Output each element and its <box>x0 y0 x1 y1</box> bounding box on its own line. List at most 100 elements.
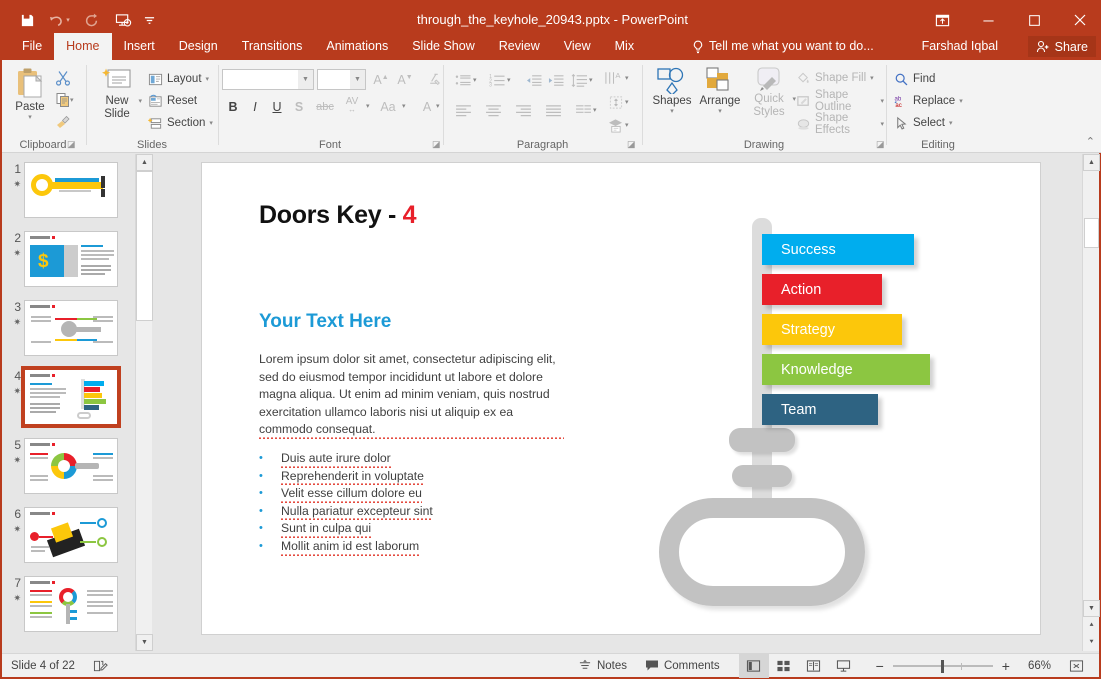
slide-counter[interactable]: Slide 4 of 22 <box>2 654 84 678</box>
thumbnail-item-2[interactable]: 2 ✷ $ <box>2 231 135 287</box>
key-graphic[interactable]: Success Action Strategy Knowledge Team <box>632 218 1022 623</box>
layout-button[interactable]: Layout ▾ <box>148 68 209 90</box>
thumbnail-preview-6[interactable] <box>24 507 118 563</box>
section-dropdown-icon[interactable]: ▾ <box>209 119 213 127</box>
slide-title[interactable]: Doors Key - 4 <box>259 201 417 230</box>
thumbnail-scrollbar-thumb[interactable] <box>136 171 153 321</box>
replace-dropdown-icon[interactable]: ▾ <box>959 97 963 105</box>
shape-effects-button[interactable]: Shape Effects ▾ <box>796 112 884 136</box>
key-bar-success[interactable]: Success <box>762 234 914 265</box>
shape-outline-dropdown-icon[interactable]: ▾ <box>880 97 884 105</box>
font-color-dropdown-icon[interactable]: ▾ <box>436 102 440 110</box>
columns-dropdown-icon[interactable]: ▾ <box>593 106 597 114</box>
tab-view[interactable]: View <box>552 33 603 60</box>
line-spacing-dropdown-icon[interactable]: ▾ <box>589 76 593 84</box>
character-spacing-button[interactable]: AV ↔ <box>340 94 364 115</box>
convert-to-smartart-button[interactable] <box>605 115 626 135</box>
italic-button[interactable]: I <box>244 96 266 117</box>
drawing-dialog-launcher[interactable]: ◪ <box>876 139 885 150</box>
text-direction-dropdown-icon[interactable]: ▾ <box>625 74 629 82</box>
thumbnail-preview-7[interactable] <box>24 576 118 632</box>
list-item[interactable]: • Sunt in culpa qui <box>259 520 569 538</box>
thumbnail-preview-3[interactable] <box>24 300 118 356</box>
list-item[interactable]: • Nulla pariatur excepteur sint <box>259 502 569 521</box>
shape-outline-button[interactable]: Shape Outline ▾ <box>796 89 884 113</box>
customize-qat-icon[interactable] <box>140 5 158 35</box>
paste-button[interactable]: Paste ▾ <box>8 66 52 121</box>
replace-button[interactable]: ab ac Replace ▾ <box>894 90 963 112</box>
paragraph-dialog-launcher[interactable]: ◪ <box>627 139 636 150</box>
strikethrough-button[interactable]: abc <box>312 96 338 117</box>
clear-formatting-button[interactable] <box>422 69 444 90</box>
tab-mix[interactable]: Mix <box>603 33 646 60</box>
thumbnail-scroll-up-icon[interactable]: ▲ <box>136 154 153 171</box>
list-item[interactable]: • Velit esse cillum dolore eu <box>259 485 569 503</box>
underline-button[interactable]: U <box>266 96 288 117</box>
shrink-font-button[interactable]: A▼ <box>394 69 416 90</box>
collapse-ribbon-icon[interactable]: ⌃ <box>1086 135 1095 148</box>
list-item[interactable]: • Duis aute irure dolor <box>259 450 569 468</box>
character-spacing-dropdown-icon[interactable]: ▾ <box>366 102 370 110</box>
shape-fill-button[interactable]: Shape Fill ▾ <box>796 67 874 89</box>
thumbnail-preview-5[interactable] <box>24 438 118 494</box>
slideshow-view-button[interactable] <box>829 654 859 678</box>
align-right-button[interactable] <box>513 100 534 120</box>
undo-icon[interactable]: ▾ <box>44 5 74 35</box>
slide-bullet-list[interactable]: • Duis aute irure dolor • Reprehenderit … <box>259 450 569 556</box>
thumbnail-scroll-down-icon[interactable]: ▼ <box>136 634 153 651</box>
cut-button[interactable] <box>52 68 73 88</box>
tab-transitions[interactable]: Transitions <box>230 33 315 60</box>
font-size-dropdown-icon[interactable]: ▼ <box>350 70 365 89</box>
slide-scrollbar[interactable]: ▲ ▼ ⯅ ⯆ <box>1082 154 1100 651</box>
thumbnail-item-6[interactable]: 6 ✷ <box>2 507 135 563</box>
thumbnail-item-3[interactable]: 3 ✷ <box>2 300 135 356</box>
thumbnail-item-4[interactable]: 4 ✷ <box>2 366 135 428</box>
text-shadow-button[interactable]: S <box>288 96 310 117</box>
line-spacing-button[interactable] <box>569 70 590 90</box>
slide-paragraph[interactable]: Lorem ipsum dolor sit amet, consectetur … <box>259 351 564 439</box>
new-slide-dropdown-icon[interactable]: ▾ <box>138 97 142 105</box>
account-name[interactable]: Farshad Iqbal <box>922 33 998 60</box>
arrange-dropdown-icon[interactable]: ▾ <box>718 107 722 115</box>
next-slide-icon[interactable]: ⯆ <box>1083 634 1100 651</box>
save-icon[interactable] <box>12 5 42 35</box>
slide-scrollbar-thumb[interactable] <box>1084 218 1099 248</box>
align-text-button[interactable] <box>605 92 626 112</box>
slide-subtitle[interactable]: Your Text Here <box>259 311 391 333</box>
redo-icon[interactable] <box>76 5 106 35</box>
shapes-dropdown-icon[interactable]: ▾ <box>670 107 674 115</box>
normal-view-button[interactable] <box>738 653 769 678</box>
key-bar-knowledge[interactable]: Knowledge <box>762 354 930 385</box>
slide-sorter-button[interactable] <box>769 654 799 678</box>
font-dialog-launcher[interactable]: ◪ <box>432 139 441 150</box>
numbering-dropdown-icon[interactable]: ▾ <box>507 76 511 84</box>
align-left-button[interactable] <box>453 100 474 120</box>
font-color-button[interactable]: A <box>416 96 438 117</box>
font-size-input[interactable]: ▼ <box>317 69 366 90</box>
shapes-button[interactable]: Shapes ▾ <box>650 66 694 115</box>
thumbnail-preview-4[interactable] <box>21 366 121 428</box>
reading-view-button[interactable] <box>799 654 829 678</box>
shape-fill-dropdown-icon[interactable]: ▾ <box>870 74 874 82</box>
key-bar-team[interactable]: Team <box>762 394 878 425</box>
layout-dropdown-icon[interactable]: ▾ <box>206 75 210 83</box>
tell-me-search[interactable]: Tell me what you want to do... <box>692 33 874 60</box>
slide-thumbnail-pane[interactable]: 1 ✷ 2 ✷ $ 3 ✷ 4 ✷ 5 ✷ 6 ✷ 7 ✷ <box>2 154 135 651</box>
shape-effects-dropdown-icon[interactable]: ▾ <box>880 120 884 128</box>
increase-indent-button[interactable] <box>545 70 566 90</box>
align-text-dropdown-icon[interactable]: ▾ <box>625 98 629 106</box>
copy-dropdown-icon[interactable]: ▾ <box>70 96 74 104</box>
zoom-slider[interactable] <box>892 654 993 678</box>
start-presentation-icon[interactable] <box>108 5 138 35</box>
grow-font-button[interactable]: A▲ <box>370 69 392 90</box>
change-case-button[interactable]: Aa <box>376 96 400 117</box>
thumbnail-preview-1[interactable] <box>24 162 118 218</box>
tab-insert[interactable]: Insert <box>112 33 167 60</box>
current-slide[interactable]: Doors Key - 4 Your Text Here Lorem ipsum… <box>201 162 1041 635</box>
tab-design[interactable]: Design <box>167 33 230 60</box>
slide-scroll-down-icon[interactable]: ▼ <box>1083 600 1100 617</box>
zoom-level[interactable]: 66% <box>1019 654 1060 678</box>
paste-dropdown-icon[interactable]: ▾ <box>28 113 32 121</box>
fit-slide-button[interactable] <box>1060 654 1093 678</box>
zoom-in-button[interactable]: + <box>993 654 1019 678</box>
